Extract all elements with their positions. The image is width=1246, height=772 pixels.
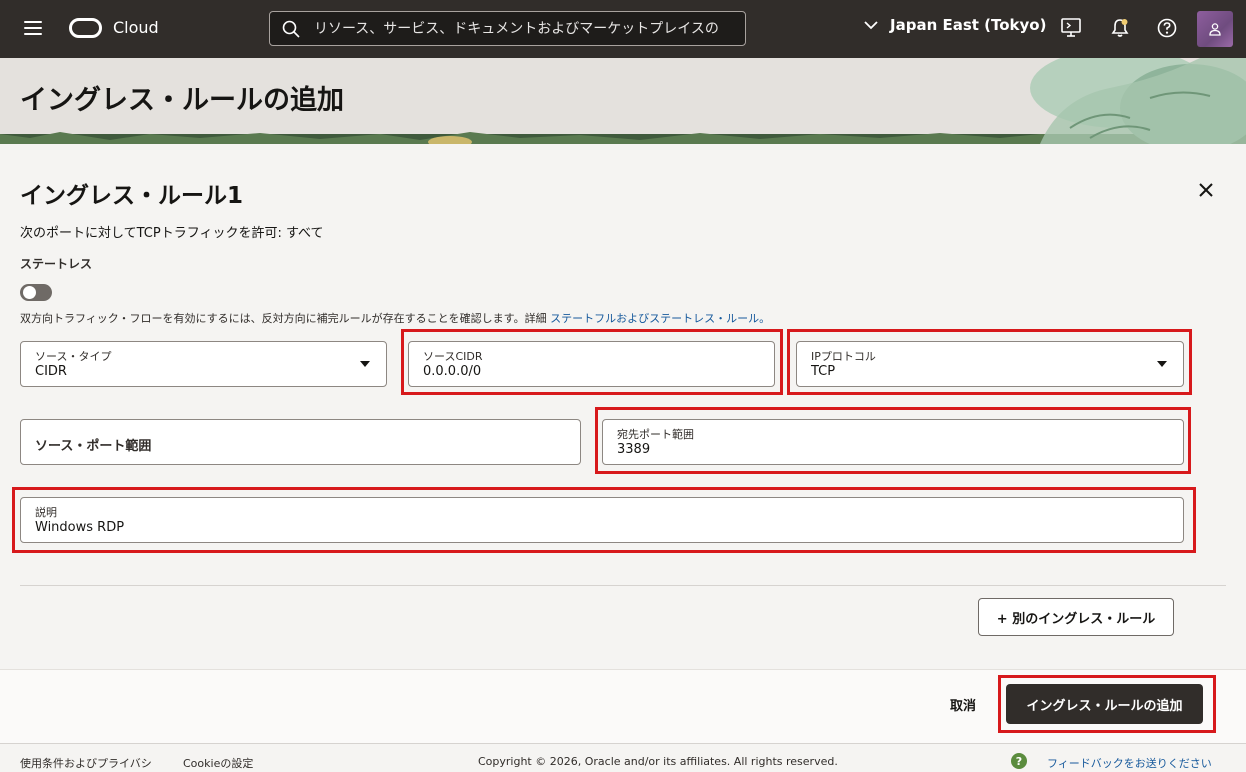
source-cidr-label: ソースCIDR [423,350,483,363]
search-box[interactable] [269,11,746,46]
caret-down-icon [1157,361,1167,367]
cloud-shell-icon[interactable] [1060,17,1082,39]
destination-port-range-field[interactable]: 宛先ポート範囲 3389 [602,419,1184,465]
help-text: 双方向トラフィック・フローを有効にするには、反対方向に補完ルールが存在することを… [20,310,770,326]
source-cidr-field[interactable]: ソースCIDR 0.0.0.0/0 [408,341,775,387]
source-cidr-input[interactable]: 0.0.0.0/0 [423,364,733,379]
description-label: 説明 [35,506,57,519]
destination-port-range-label: 宛先ポート範囲 [617,428,694,441]
caret-down-icon [360,361,370,367]
divider [20,585,1226,586]
search-icon [282,20,300,38]
chevron-down-icon [864,20,878,29]
ip-protocol-value: TCP [811,364,836,379]
page-title: イングレス・ルールの追加 [20,85,344,116]
help-icon[interactable] [1156,17,1178,39]
description-input[interactable]: Windows RDP [35,520,1023,535]
menu-icon[interactable] [24,21,42,35]
ip-protocol-select[interactable]: IPプロトコル TCP [796,341,1184,387]
help-text-body: 双方向トラフィック・フローを有効にするには、反対方向に補完ルールが存在することを… [20,312,547,325]
feedback-help-icon[interactable]: ? [1011,753,1027,769]
bell-icon[interactable] [1109,17,1131,39]
user-icon [1209,23,1221,36]
search-input[interactable] [314,12,739,45]
add-another-ingress-rule-button[interactable]: + 別のイングレス・ルール [978,598,1174,636]
cookie-settings-link[interactable]: Cookieの設定 [183,755,253,771]
stateful-stateless-link[interactable]: ステートフルおよびステートレス・ルール。 [550,312,770,325]
region-selector[interactable]: Japan East (Tokyo) [864,16,1046,34]
source-type-value: CIDR [35,364,67,379]
add-ingress-rules-button[interactable]: イングレス・ルールの追加 [1006,684,1203,724]
terms-privacy-link[interactable]: 使用条件およびプライバシ [20,755,152,771]
source-port-range-field[interactable]: ソース・ポート範囲 [20,419,581,465]
description-field[interactable]: 説明 Windows RDP [20,497,1184,543]
rule-summary: 次のポートに対してTCPトラフィックを許可: すべて [20,226,324,241]
source-type-select[interactable]: ソース・タイプ CIDR [20,341,387,387]
oracle-logo-icon[interactable] [69,18,102,38]
stateless-label: ステートレス [20,257,93,271]
top-navigation-bar: Cloud Japan East (Tokyo) [0,0,1246,58]
rule-title: イングレス・ルール1 [20,183,244,209]
cancel-button[interactable]: 取消 [938,690,988,718]
source-type-label: ソース・タイプ [35,350,112,363]
ip-protocol-label: IPプロトコル [811,350,876,363]
stateless-toggle[interactable] [20,284,52,301]
footer: 使用条件およびプライバシ Cookieの設定 Copyright © 2026,… [0,743,1246,772]
region-label: Japan East (Tokyo) [890,16,1047,34]
source-port-range-placeholder: ソース・ポート範囲 [35,439,152,454]
brand-name[interactable]: Cloud [113,18,159,37]
feedback-link[interactable]: フィードバックをお送りください [1047,755,1212,771]
destination-port-range-input[interactable]: 3389 [617,442,1110,457]
user-avatar[interactable] [1197,11,1233,47]
close-icon[interactable] [1196,180,1216,200]
copyright-text: Copyright © 2026, Oracle and/or its affi… [478,755,838,768]
